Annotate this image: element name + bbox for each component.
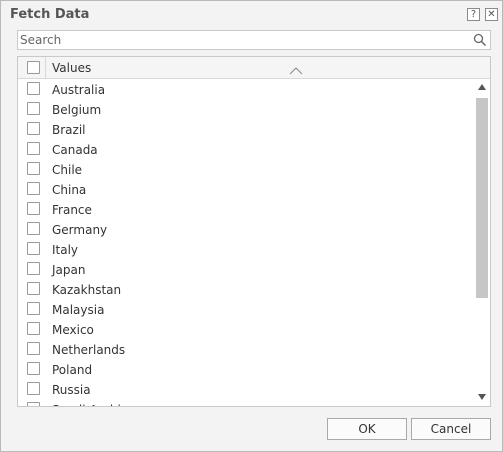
list-item[interactable]: China (18, 180, 474, 200)
item-checkbox[interactable] (27, 262, 40, 275)
item-label: France (52, 203, 92, 217)
select-all-checkbox[interactable] (27, 61, 40, 74)
item-label: Malaysia (52, 303, 105, 317)
search-input[interactable] (18, 31, 468, 49)
sort-ascending-icon[interactable] (289, 67, 303, 75)
item-checkbox[interactable] (27, 142, 40, 155)
title-bar: Fetch Data ? ✕ (1, 1, 502, 28)
item-label: Kazakhstan (52, 283, 122, 297)
scroll-down-icon[interactable] (478, 394, 486, 400)
list-item[interactable]: Chile (18, 160, 474, 180)
list-item[interactable]: Australia (18, 80, 474, 100)
list-item[interactable]: Belgium (18, 100, 474, 120)
list-item[interactable]: Italy (18, 240, 474, 260)
item-label: Saudi Arabia (52, 403, 128, 406)
item-checkbox[interactable] (27, 202, 40, 215)
list-item[interactable]: Germany (18, 220, 474, 240)
search-box (17, 30, 491, 50)
list-item[interactable]: Kazakhstan (18, 280, 474, 300)
item-label: Brazil (52, 123, 86, 137)
list-item[interactable]: France (18, 200, 474, 220)
cancel-button[interactable]: Cancel (411, 418, 491, 440)
list-item[interactable]: Mexico (18, 320, 474, 340)
dialog-title: Fetch Data (10, 7, 90, 22)
list-rows: Australia Belgium Brazil Canada Chile China Fr… (18, 80, 474, 406)
item-checkbox[interactable] (27, 382, 40, 395)
item-checkbox[interactable] (27, 82, 40, 95)
fetch-data-dialog: Fetch Data ? ✕ Values Australia Belgium Br… (0, 0, 503, 452)
item-checkbox[interactable] (27, 182, 40, 195)
item-label: Russia (52, 383, 91, 397)
close-icon[interactable]: ✕ (485, 8, 498, 21)
item-checkbox[interactable] (27, 362, 40, 375)
item-label: Australia (52, 83, 106, 97)
help-icon[interactable]: ? (467, 8, 480, 21)
item-label: Mexico (52, 323, 94, 337)
item-checkbox[interactable] (27, 322, 40, 335)
item-label: Belgium (52, 103, 102, 117)
item-label: Chile (52, 163, 83, 177)
item-checkbox[interactable] (27, 242, 40, 255)
list-item[interactable]: Poland (18, 360, 474, 380)
item-label: Canada (52, 143, 98, 157)
scrollbar-thumb[interactable] (476, 98, 488, 298)
search-icon[interactable] (473, 33, 487, 47)
item-checkbox[interactable] (27, 342, 40, 355)
item-checkbox[interactable] (27, 162, 40, 175)
item-label: Poland (52, 363, 93, 377)
list-item[interactable]: Russia (18, 380, 474, 400)
item-label: Germany (52, 223, 108, 237)
item-checkbox[interactable] (27, 402, 40, 406)
item-label: Netherlands (52, 343, 126, 357)
list-header: Values (18, 57, 490, 79)
header-divider (45, 57, 46, 79)
list-item[interactable]: Canada (18, 140, 474, 160)
list-item[interactable]: Malaysia (18, 300, 474, 320)
list-item[interactable]: Japan (18, 260, 474, 280)
list-item[interactable]: Saudi Arabia (18, 400, 474, 406)
values-column-header[interactable]: Values (52, 61, 91, 75)
item-checkbox[interactable] (27, 302, 40, 315)
item-label: China (52, 183, 87, 197)
vertical-scrollbar[interactable] (474, 80, 490, 406)
list-item[interactable]: Brazil (18, 120, 474, 140)
ok-button[interactable]: OK (327, 418, 407, 440)
list-item[interactable]: Netherlands (18, 340, 474, 360)
scroll-up-icon[interactable] (478, 84, 486, 90)
item-checkbox[interactable] (27, 102, 40, 115)
values-list: Values Australia Belgium Brazil Canada Chile… (17, 56, 491, 407)
item-checkbox[interactable] (27, 282, 40, 295)
item-label: Japan (52, 263, 86, 277)
item-checkbox[interactable] (27, 122, 40, 135)
item-checkbox[interactable] (27, 222, 40, 235)
item-label: Italy (52, 243, 79, 257)
